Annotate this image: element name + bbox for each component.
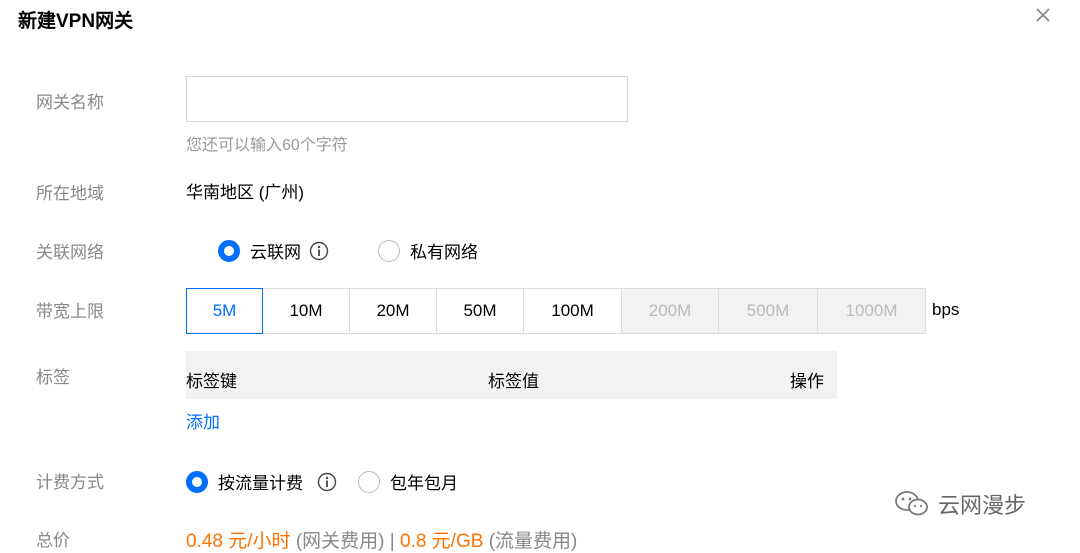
radio-prepaid[interactable]: 包年包月 xyxy=(358,469,458,494)
tags-label: 标签 xyxy=(36,368,70,387)
add-tag-link[interactable]: 添加 xyxy=(186,408,220,433)
gateway-price-note: (网关费用) xyxy=(295,531,385,552)
bandwidth-option-500m: 500M xyxy=(718,288,818,334)
gateway-name-label: 网关名称 xyxy=(36,93,104,112)
dialog-title: 新建VPN网关 xyxy=(18,11,134,32)
billing-label: 计费方式 xyxy=(36,473,104,492)
region-value: 华南地区 (广州) xyxy=(186,183,305,202)
bandwidth-unit: bps xyxy=(932,300,960,319)
bandwidth-option-50m[interactable]: 50M xyxy=(436,288,524,334)
watermark-text: 云网漫步 xyxy=(938,493,1027,518)
bandwidth-option-20m[interactable]: 20M xyxy=(349,288,437,334)
info-icon[interactable] xyxy=(317,472,337,492)
gateway-price: 0.48 元/小时 xyxy=(186,531,291,552)
radio-ccn-label: 云联网 xyxy=(250,243,301,262)
traffic-price: 0.8 元/GB xyxy=(399,531,484,552)
total-price-label: 总价 xyxy=(36,531,70,550)
radio-prepaid-label: 包年包月 xyxy=(390,474,458,493)
gateway-name-input[interactable] xyxy=(186,76,628,122)
wechat-icon xyxy=(895,491,928,516)
tags-table-header: 标签键 标签值 操作 xyxy=(186,351,837,399)
bandwidth-option-10m[interactable]: 10M xyxy=(262,288,350,334)
radio-ccn[interactable]: 云联网 xyxy=(218,238,329,263)
traffic-price-note: (流量费用) xyxy=(488,531,578,552)
price-separator: | xyxy=(389,531,395,552)
radio-unselected-icon xyxy=(378,239,400,262)
bandwidth-option-200m: 200M xyxy=(621,288,719,334)
region-label: 所在地域 xyxy=(36,184,104,203)
bandwidth-option-1000m: 1000M xyxy=(817,288,926,334)
info-icon[interactable] xyxy=(309,241,329,261)
tags-column-key: 标签键 xyxy=(186,372,237,391)
radio-selected-icon xyxy=(186,470,208,493)
bandwidth-option-100m[interactable]: 100M xyxy=(523,288,622,334)
tags-column-action: 操作 xyxy=(790,372,824,391)
gateway-name-hint: 您还可以输入60个字符 xyxy=(186,137,348,154)
radio-pay-by-traffic-label: 按流量计费 xyxy=(218,474,303,493)
tags-column-value: 标签值 xyxy=(488,372,539,391)
radio-vpc[interactable]: 私有网络 xyxy=(378,238,478,263)
total-price: 0.48 元/小时 (网关费用) | 0.8 元/GB (流量费用) xyxy=(186,526,577,553)
close-icon[interactable] xyxy=(1032,4,1054,26)
radio-vpc-label: 私有网络 xyxy=(410,243,478,262)
watermark: 云网漫步 xyxy=(892,488,1026,520)
bandwidth-option-5m[interactable]: 5M xyxy=(186,288,263,334)
network-label: 关联网络 xyxy=(36,243,104,262)
radio-selected-icon xyxy=(218,239,240,262)
radio-pay-by-traffic[interactable]: 按流量计费 xyxy=(186,469,337,494)
radio-unselected-icon xyxy=(358,470,380,493)
bandwidth-label: 带宽上限 xyxy=(36,302,104,321)
